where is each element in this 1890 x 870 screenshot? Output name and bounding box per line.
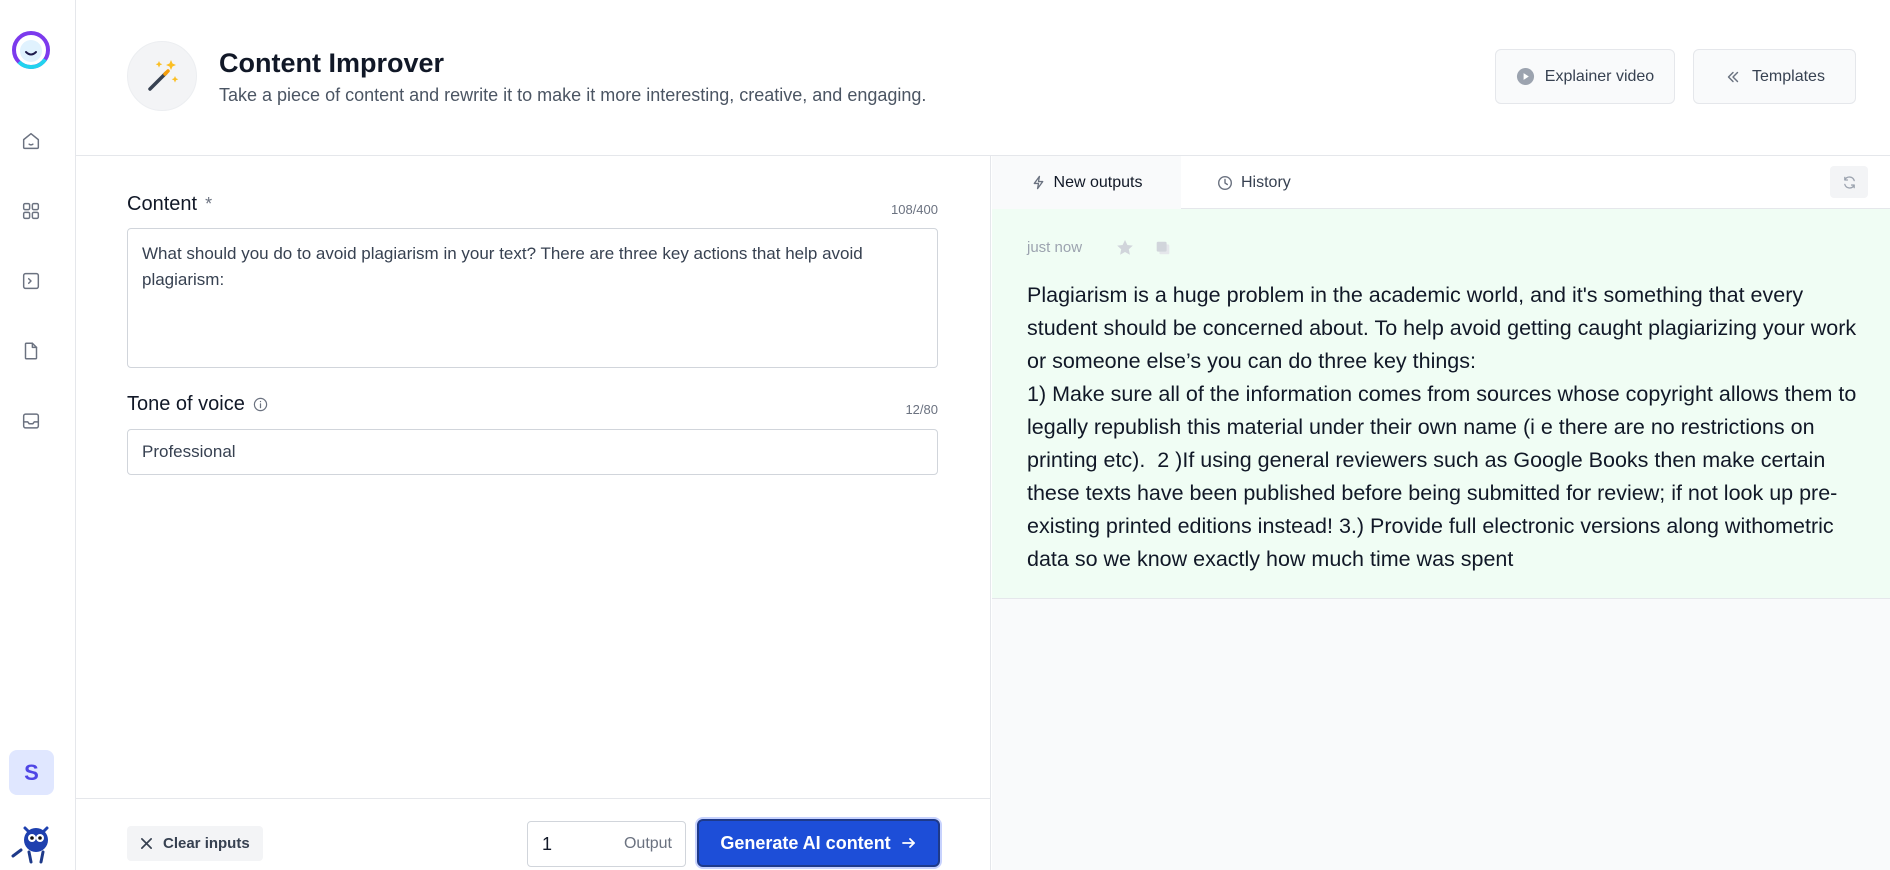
sidebar-item-commands[interactable]	[16, 266, 46, 296]
close-icon	[141, 838, 152, 849]
output-count-value: 1	[542, 833, 553, 854]
play-circle-icon	[1516, 67, 1534, 86]
info-icon[interactable]	[253, 397, 268, 412]
input-form: Content * 108/400 What should you do to …	[76, 156, 991, 870]
output-count-input[interactable]: 1 Output	[527, 821, 686, 867]
tone-label-text: Tone of voice	[127, 393, 245, 415]
sidebar-item-home[interactable]	[16, 126, 46, 156]
magic-wand-icon	[127, 41, 197, 111]
tone-char-counter: 12/80	[905, 402, 938, 417]
page-header: Content Improver Take a piece of content…	[76, 0, 1890, 156]
inbox-icon	[22, 413, 40, 429]
chevrons-left-icon	[1727, 71, 1739, 82]
clock-icon	[1217, 175, 1233, 190]
content-textarea[interactable]: What should you do to avoid plagiarism i…	[127, 228, 938, 368]
avatar[interactable]: S	[9, 750, 54, 795]
explainer-video-button[interactable]: Explainer video	[1495, 49, 1675, 104]
result-text: Plagiarism is a huge problem in the acad…	[1027, 283, 1857, 571]
tone-label: Tone of voice	[127, 393, 268, 416]
document-icon	[24, 342, 38, 360]
clear-inputs-button[interactable]: Clear inputs	[127, 826, 263, 861]
logo-icon[interactable]	[8, 30, 54, 70]
required-mark: *	[205, 194, 213, 214]
copy-icon[interactable]	[1154, 239, 1172, 257]
tab-history[interactable]: History	[1217, 156, 1291, 209]
refresh-icon	[1843, 175, 1855, 189]
page-title: Content Improver	[219, 48, 445, 78]
explainer-video-label: Explainer video	[1544, 67, 1655, 85]
clear-inputs-label: Clear inputs	[163, 835, 250, 852]
output-count-label: Output	[623, 835, 672, 852]
home-icon	[22, 132, 40, 150]
generate-label: Generate AI content	[720, 832, 891, 853]
result-timestamp: just now	[1027, 239, 1083, 256]
arrow-right-icon	[901, 838, 915, 848]
content-label-text: Content	[127, 193, 198, 215]
tone-input[interactable]: Professional	[127, 429, 938, 475]
terminal-icon	[22, 272, 40, 290]
sidebar-item-templates[interactable]	[16, 196, 46, 226]
templates-button[interactable]: Templates	[1693, 49, 1856, 104]
mascot-icon[interactable]	[9, 820, 54, 864]
tab-history-label: History	[1241, 173, 1291, 191]
output-result-card: just now Plagiarism is a huge problem in…	[992, 209, 1890, 599]
star-icon[interactable]	[1115, 238, 1135, 258]
content-label: Content *	[127, 193, 212, 216]
app-root: S Content Improver Take a piece of conte…	[0, 0, 1890, 870]
tab-new-outputs-label: New outputs	[1053, 173, 1143, 191]
tab-new-outputs[interactable]: New outputs	[992, 156, 1181, 209]
avatar-initial: S	[24, 759, 39, 785]
form-footer: Clear inputs 1 Output Generate AI conten…	[76, 798, 990, 870]
sidebar: S	[0, 0, 76, 870]
page-subtitle: Take a piece of content and rewrite it t…	[219, 85, 927, 105]
sidebar-item-documents[interactable]	[16, 336, 46, 366]
generate-button[interactable]: Generate AI content	[697, 819, 940, 867]
bolt-icon	[1033, 175, 1043, 190]
grid-icon	[22, 202, 40, 220]
sidebar-item-inbox[interactable]	[16, 406, 46, 436]
refresh-button[interactable]	[1830, 166, 1868, 198]
templates-label: Templates	[1752, 67, 1825, 85]
output-tabs: New outputs History	[992, 156, 1890, 209]
output-panel: New outputs History just now Plagiarism …	[992, 156, 1890, 870]
content-char-counter: 108/400	[891, 202, 938, 217]
